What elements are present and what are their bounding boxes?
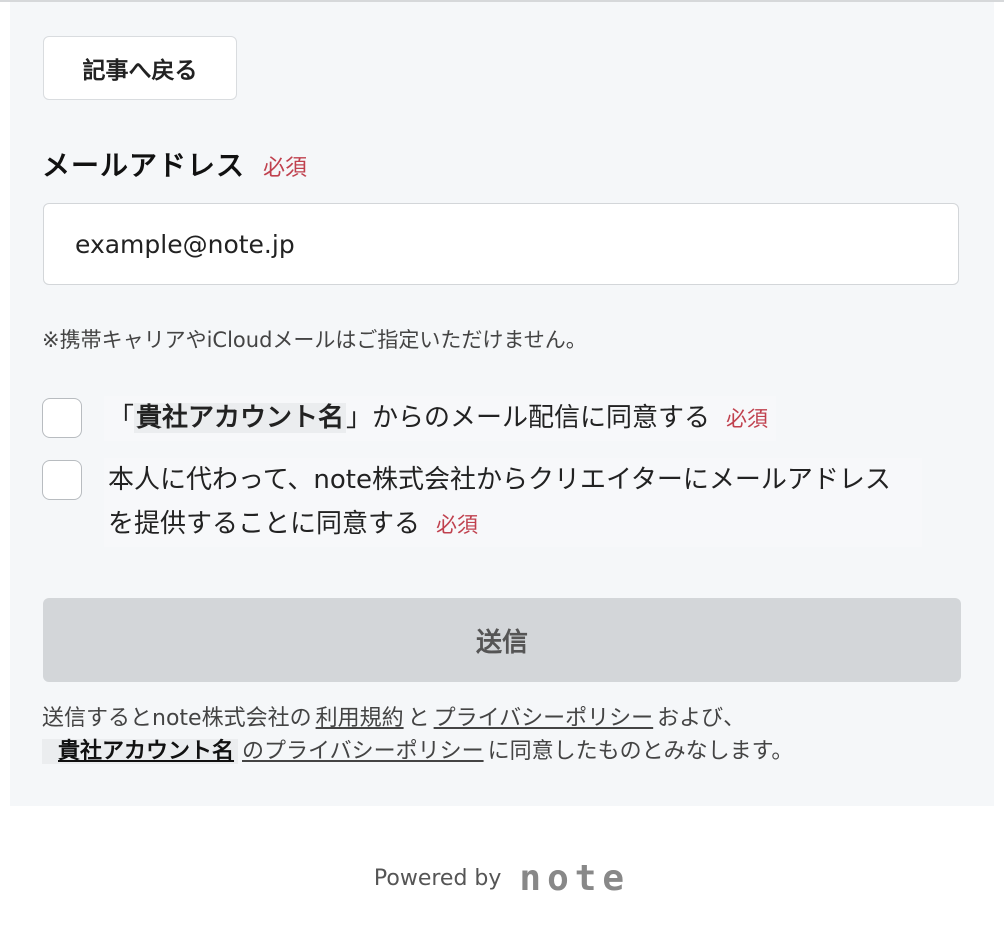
required-badge: 必須 (436, 513, 479, 537)
back-to-article-button[interactable]: 記事へ戻る (43, 36, 237, 100)
company-name: 貴社アカウント名 (134, 403, 347, 433)
consent-provide-checkbox[interactable] (42, 460, 82, 500)
terms-text: 送信するとnote株式会社の (42, 706, 312, 731)
consent-mail-label: 「貴社アカウント名」からのメール配信に同意する 必須 (104, 396, 777, 441)
consent-provide-text: 本人に代わって、note株式会社からクリエイターにメールアドレスを提供することに… (108, 465, 891, 539)
submit-button[interactable]: 送信 (43, 598, 961, 682)
terms-notice: 送信するとnote株式会社の 利用規約とプライバシーポリシー および、 貴社アカウン… (42, 702, 972, 768)
email-note: ※携帯キャリアやiCloudメールはご指定いただけません。 (42, 328, 587, 352)
email-label: メールアドレス (42, 149, 246, 182)
terms-text: に同意したものとみなします。 (487, 739, 794, 764)
form-panel: 記事へ戻る メールアドレス 必須 ※携帯キャリアやiCloudメールはご指定いた… (10, 2, 994, 806)
terms-text: および、 (657, 706, 746, 731)
company-name: 貴社アカウント名 (42, 739, 239, 764)
powered-by-footer: Powered by note (0, 858, 1004, 899)
powered-by-text: Powered by (373, 866, 502, 891)
consent-row-provide: 本人に代わって、note株式会社からクリエイターにメールアドレスを提供することに… (42, 458, 922, 547)
terms-of-use-link[interactable]: 利用規約 (316, 706, 404, 731)
note-logo[interactable]: note (519, 858, 630, 899)
company-privacy-policy-link[interactable]: のプライバシーポリシー (242, 739, 484, 764)
email-input[interactable] (43, 203, 959, 285)
consent-mail-checkbox[interactable] (42, 398, 82, 438)
required-badge: 必須 (263, 156, 308, 181)
consent-row-mail: 「貴社アカウント名」からのメール配信に同意する 必須 (42, 396, 777, 441)
bracket-text: 「 (108, 403, 135, 433)
required-badge: 必須 (726, 407, 769, 431)
terms-text: と (407, 706, 430, 731)
consent-provide-label: 本人に代わって、note株式会社からクリエイターにメールアドレスを提供することに… (104, 458, 922, 547)
email-label-row: メールアドレス 必須 (42, 144, 307, 184)
consent-mail-text: 」からのメール配信に同意する (346, 403, 711, 433)
privacy-policy-link[interactable]: プライバシーポリシー (434, 706, 654, 731)
